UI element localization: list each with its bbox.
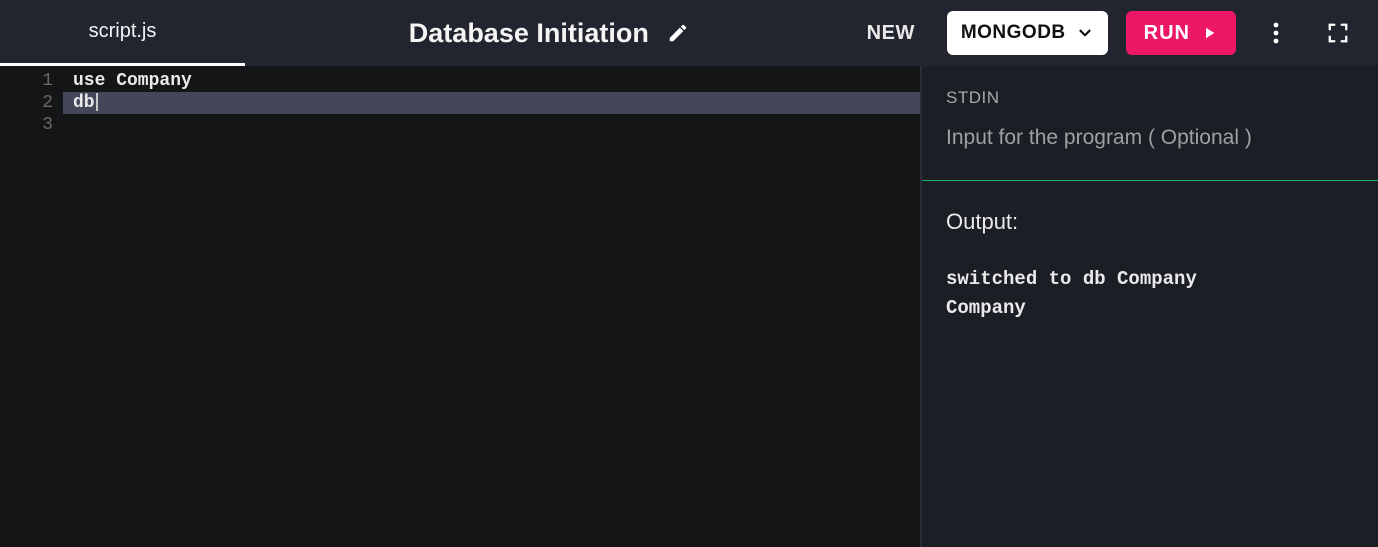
language-select[interactable]: MONGODB bbox=[947, 11, 1108, 55]
kebab-icon bbox=[1273, 21, 1279, 45]
fullscreen-icon bbox=[1327, 22, 1349, 44]
more-menu-button[interactable] bbox=[1254, 11, 1298, 55]
topbar: script.js Database Initiation NEW MONGOD… bbox=[0, 0, 1378, 66]
side-panel: STDIN Output: switched to db Company Com… bbox=[920, 66, 1378, 547]
workspace: 123 use Companydb STDIN Output: switched… bbox=[0, 66, 1378, 547]
text-cursor bbox=[96, 93, 98, 111]
title-area: Database Initiation bbox=[245, 18, 853, 49]
page-title: Database Initiation bbox=[409, 18, 649, 49]
output-panel: Output: switched to db Company Company bbox=[922, 181, 1378, 547]
new-button[interactable]: NEW bbox=[853, 14, 929, 53]
language-label: MONGODB bbox=[961, 22, 1066, 44]
toolbar: NEW MONGODB RUN bbox=[853, 11, 1360, 55]
code-area[interactable]: use Companydb bbox=[63, 66, 920, 547]
line-number: 3 bbox=[0, 114, 53, 136]
code-editor[interactable]: 123 use Companydb bbox=[0, 66, 920, 547]
play-icon bbox=[1200, 24, 1218, 42]
code-line[interactable] bbox=[73, 114, 920, 136]
stdin-input[interactable] bbox=[946, 126, 1354, 150]
stdin-label: STDIN bbox=[946, 88, 1354, 108]
chevron-down-icon bbox=[1076, 24, 1094, 42]
code-line[interactable]: db bbox=[73, 92, 920, 114]
line-number: 2 bbox=[0, 92, 53, 114]
fullscreen-button[interactable] bbox=[1316, 11, 1360, 55]
line-gutter: 123 bbox=[0, 66, 63, 547]
run-label: RUN bbox=[1144, 22, 1190, 45]
tab-script[interactable]: script.js bbox=[0, 0, 245, 66]
stdin-panel: STDIN bbox=[922, 66, 1378, 181]
run-button[interactable]: RUN bbox=[1126, 11, 1236, 55]
line-number: 1 bbox=[0, 70, 53, 92]
code-line[interactable]: use Company bbox=[73, 70, 920, 92]
output-body: switched to db Company Company bbox=[946, 265, 1354, 324]
tab-label: script.js bbox=[89, 20, 157, 43]
output-title: Output: bbox=[946, 209, 1354, 235]
pencil-icon bbox=[667, 22, 689, 44]
edit-title-button[interactable] bbox=[667, 22, 689, 44]
